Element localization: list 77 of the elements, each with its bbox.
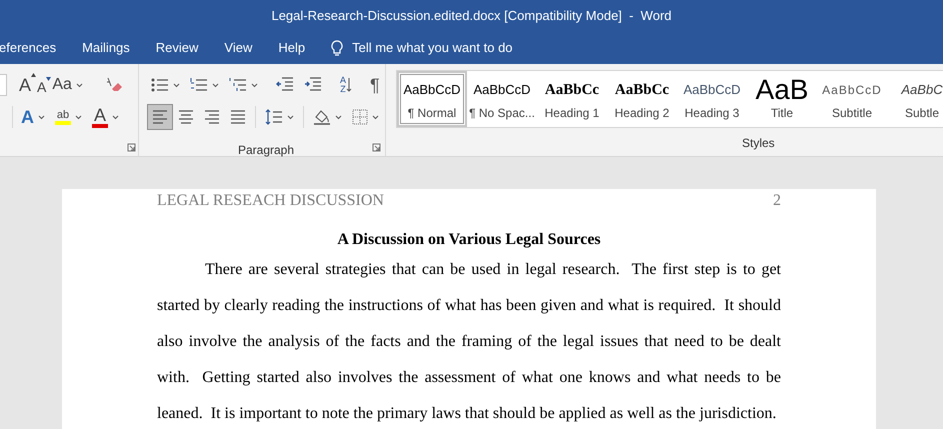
font-size-field[interactable] [0, 74, 7, 96]
dialog-launcher-icon[interactable] [372, 143, 381, 152]
group-label: Paragraph [238, 142, 294, 159]
style-name: ¶ Normal [408, 105, 456, 122]
page-header: LEGAL RESEACH DISCUSSION [157, 191, 384, 211]
highlight-swatch [55, 121, 71, 125]
style-name: Heading 3 [684, 105, 740, 122]
chevron-icon [212, 82, 219, 88]
style-item[interactable]: AaB Title [747, 71, 817, 127]
indent-icon [304, 77, 322, 93]
down-triangle-icon [46, 76, 52, 80]
ribbon-tab[interactable]: Help [278, 38, 306, 58]
change-case-button[interactable]: Aa [50, 73, 85, 97]
highlight-button[interactable]: ab [53, 105, 84, 129]
style-preview: AaBbCc [614, 80, 670, 100]
chevron-icon [251, 82, 258, 88]
chevron-icon [173, 82, 180, 88]
chevron-icon [38, 114, 45, 120]
chevron-icon [287, 114, 294, 120]
text-effects-button[interactable]: A [19, 105, 47, 129]
style-preview: AaBbCcD [403, 81, 461, 100]
style-preview: AaBbCcD [683, 81, 741, 100]
chevron-icon [75, 114, 82, 120]
align-left-icon [152, 110, 168, 124]
tell-me-field[interactable]: Tell me what you want to do [352, 38, 513, 58]
ribbon-tab[interactable]: View [224, 38, 252, 58]
style-name: Subtle [904, 105, 940, 122]
outdent-icon [276, 77, 294, 93]
dialog-launcher-icon[interactable] [127, 143, 136, 152]
up-triangle-icon [31, 72, 36, 76]
style-name: Title [770, 105, 794, 122]
style-preview: AaBbCcD [822, 82, 882, 99]
style-name: ¶ No Spac... [469, 105, 535, 122]
document-heading: A Discussion on Various Legal Sources [337, 230, 601, 250]
multilevel-list-icon [229, 77, 247, 93]
down-arrow-icon [346, 77, 352, 93]
style-item[interactable]: AaBbCc Heading 2 [607, 71, 677, 127]
ribbon-tab[interactable]: Review [156, 38, 198, 58]
style-item[interactable]: AaBbCc Heading 1 [537, 71, 607, 127]
numbered-list-icon [190, 77, 208, 93]
line-spacing-icon [265, 109, 283, 125]
font-color-button[interactable]: A [90, 105, 121, 129]
style-preview: AaB [756, 76, 808, 104]
shrink-button[interactable]: A [35, 73, 48, 97]
show-marks-button[interactable]: ¶ [366, 72, 384, 98]
grow-button[interactable]: A [17, 73, 34, 97]
style-preview: AaBbCcD [473, 81, 531, 100]
lightbulb-icon [331, 40, 344, 56]
justify-icon [230, 110, 246, 124]
style-name: Heading 2 [614, 105, 670, 122]
align-right-icon [204, 110, 220, 124]
align-center-icon [178, 110, 194, 124]
color-swatch [92, 124, 108, 128]
eraser-icon [104, 76, 123, 94]
bullet-list-icon [151, 77, 169, 93]
align-left-button[interactable] [147, 104, 173, 130]
page-number: 2 [773, 191, 781, 211]
style-preview: AaBbCc [544, 80, 600, 100]
body-paragraph: There are several strategies that can be used in legal research. The first step is to get started by clearly reading the instructions of what has been given and what is required. It should also involve the analysis of the facts and the framing of the legal issues that need to be dealt with. Getting started also involves the assessment of what one knows and what needs to be leaned. It is important to note the primary laws that should be applied as well as the jurisdiction. [157, 260, 781, 424]
style-preview: AaBbC [901, 81, 943, 100]
borders-icon [352, 109, 368, 125]
chevron-icon [76, 82, 83, 88]
style-item[interactable]: AaBbC Subtle [887, 71, 943, 127]
style-name: Heading 1 [544, 105, 600, 122]
chevron-icon [372, 114, 379, 120]
style-item[interactable]: AaBbCcD ¶ No Spac... [467, 71, 537, 127]
window-title: Legal-Research-Discussion.edited.docx [Compatibility Mode] - Word [271, 7, 672, 26]
style-item[interactable]: AaBbCcD Heading 3 [677, 71, 747, 127]
style-item[interactable]: AaBbCcD Subtitle [817, 71, 887, 127]
ribbon-tab[interactable]: Mailings [82, 38, 130, 58]
chevron-icon [112, 114, 119, 120]
group-label: Styles [742, 135, 775, 152]
chevron-icon [335, 114, 342, 120]
paint-bucket-icon [313, 108, 331, 126]
style-item[interactable]: AaBbCcD ¶ Normal [397, 71, 467, 127]
sort-button[interactable]: AZ [336, 72, 356, 98]
style-name: Subtitle [832, 105, 872, 122]
